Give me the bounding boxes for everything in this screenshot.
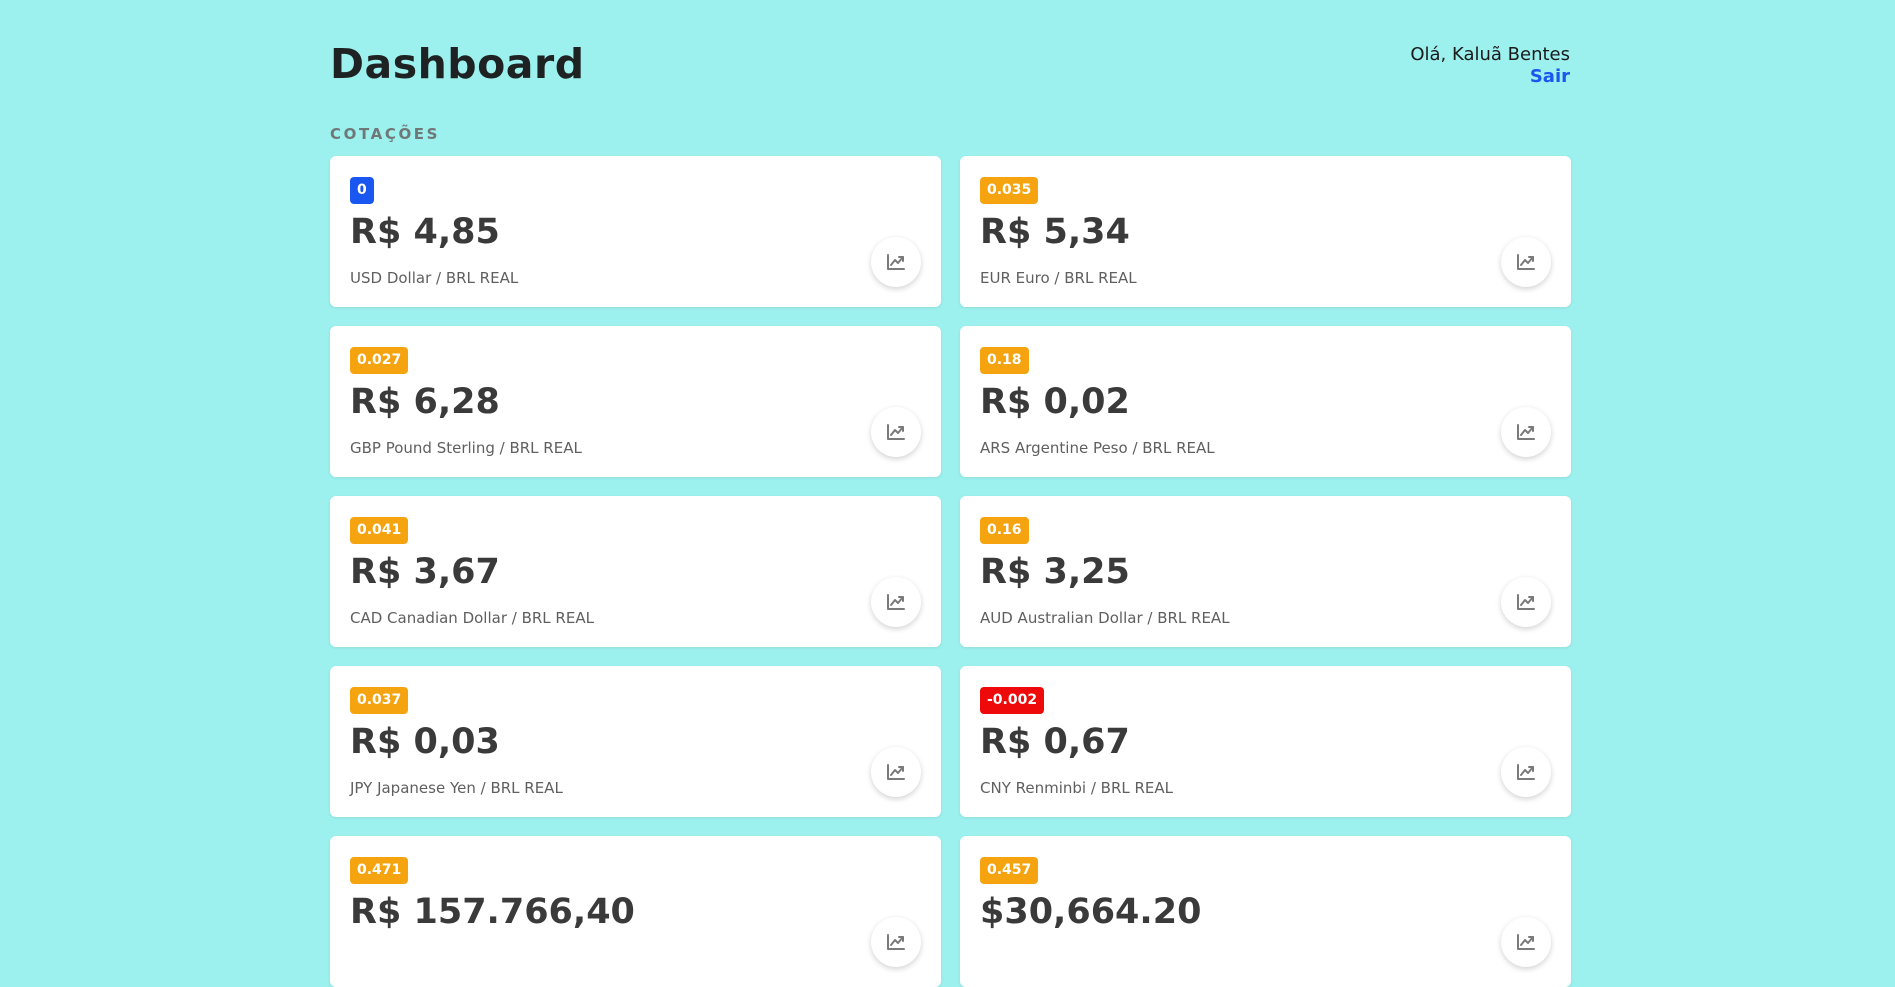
quote-card: -0.002 R$ 0,67 CNY Renminbi / BRL REAL — [960, 666, 1571, 817]
variation-badge: 0.035 — [980, 177, 1039, 204]
currency-pair: JPY Japanese Yen / BRL REAL — [350, 779, 563, 797]
currency-pair: CAD Canadian Dollar / BRL REAL — [350, 609, 594, 627]
page-header: Dashboard Olá, Kaluã Bentes Sair — [330, 40, 1570, 100]
view-chart-button[interactable] — [871, 747, 921, 797]
chart-line-icon — [887, 594, 905, 610]
quote-price: R$ 3,67 — [350, 552, 500, 592]
user-box: Olá, Kaluã Bentes Sair — [1410, 44, 1570, 87]
chart-line-icon — [887, 424, 905, 440]
view-chart-button[interactable] — [1501, 577, 1551, 627]
quote-card: 0.041 R$ 3,67 CAD Canadian Dollar / BRL RE… — [330, 496, 941, 647]
chart-line-icon — [887, 254, 905, 270]
quote-card: 0.027 R$ 6,28 GBP Pound Sterling / BRL REA… — [330, 326, 941, 477]
quote-card: 0.035 R$ 5,34 EUR Euro / BRL REAL — [960, 156, 1571, 307]
view-chart-button[interactable] — [871, 237, 921, 287]
quote-price: R$ 4,85 — [350, 212, 500, 252]
quote-price: R$ 0,03 — [350, 722, 500, 762]
quote-price: $30,664.20 — [980, 892, 1202, 932]
view-chart-button[interactable] — [1501, 407, 1551, 457]
quote-card: 0.18 R$ 0,02 ARS Argentine Peso / BRL REAL — [960, 326, 1571, 477]
view-chart-button[interactable] — [871, 407, 921, 457]
quote-price: R$ 157.766,40 — [350, 892, 635, 932]
variation-badge: -0.002 — [980, 687, 1045, 714]
quote-card: 0.457 $30,664.20 — [960, 836, 1571, 987]
variation-badge: 0.037 — [350, 687, 409, 714]
variation-badge: 0.16 — [980, 517, 1029, 544]
variation-badge: 0.027 — [350, 347, 409, 374]
view-chart-button[interactable] — [1501, 237, 1551, 287]
currency-pair: GBP Pound Sterling / BRL REAL — [350, 439, 582, 457]
logout-link[interactable]: Sair — [1410, 66, 1570, 87]
currency-pair: AUD Australian Dollar / BRL REAL — [980, 609, 1230, 627]
view-chart-button[interactable] — [1501, 917, 1551, 967]
variation-badge: 0.471 — [350, 857, 409, 884]
quote-price: R$ 3,25 — [980, 552, 1130, 592]
chart-line-icon — [887, 934, 905, 950]
quote-card: 0 R$ 4,85 USD Dollar / BRL REAL — [330, 156, 941, 307]
quote-price: R$ 6,28 — [350, 382, 500, 422]
quote-card: 0.16 R$ 3,25 AUD Australian Dollar / BRL R… — [960, 496, 1571, 647]
chart-line-icon — [1517, 254, 1535, 270]
quote-price: R$ 0,02 — [980, 382, 1130, 422]
chart-line-icon — [1517, 764, 1535, 780]
chart-line-icon — [1517, 424, 1535, 440]
currency-pair: ARS Argentine Peso / BRL REAL — [980, 439, 1215, 457]
quote-price: R$ 5,34 — [980, 212, 1130, 252]
variation-badge: 0.457 — [980, 857, 1039, 884]
quote-price: R$ 0,67 — [980, 722, 1130, 762]
chart-line-icon — [887, 764, 905, 780]
currency-pair: USD Dollar / BRL REAL — [350, 269, 519, 287]
user-greeting: Olá, Kaluã Bentes — [1410, 44, 1570, 65]
currency-pair: EUR Euro / BRL REAL — [980, 269, 1137, 287]
variation-badge: 0 — [350, 177, 374, 204]
chart-line-icon — [1517, 594, 1535, 610]
quote-card: 0.037 R$ 0,03 JPY Japanese Yen / BRL REAL — [330, 666, 941, 817]
chart-line-icon — [1517, 934, 1535, 950]
dashboard-container: Dashboard Olá, Kaluã Bentes Sair COTAÇÕE… — [330, 0, 1571, 987]
view-chart-button[interactable] — [1501, 747, 1551, 797]
view-chart-button[interactable] — [871, 917, 921, 967]
currency-pair: CNY Renminbi / BRL REAL — [980, 779, 1174, 797]
quote-card: 0.471 R$ 157.766,40 — [330, 836, 941, 987]
page-title: Dashboard — [330, 40, 585, 88]
view-chart-button[interactable] — [871, 577, 921, 627]
variation-badge: 0.041 — [350, 517, 409, 544]
variation-badge: 0.18 — [980, 347, 1029, 374]
section-label-quotes: COTAÇÕES — [330, 125, 441, 143]
